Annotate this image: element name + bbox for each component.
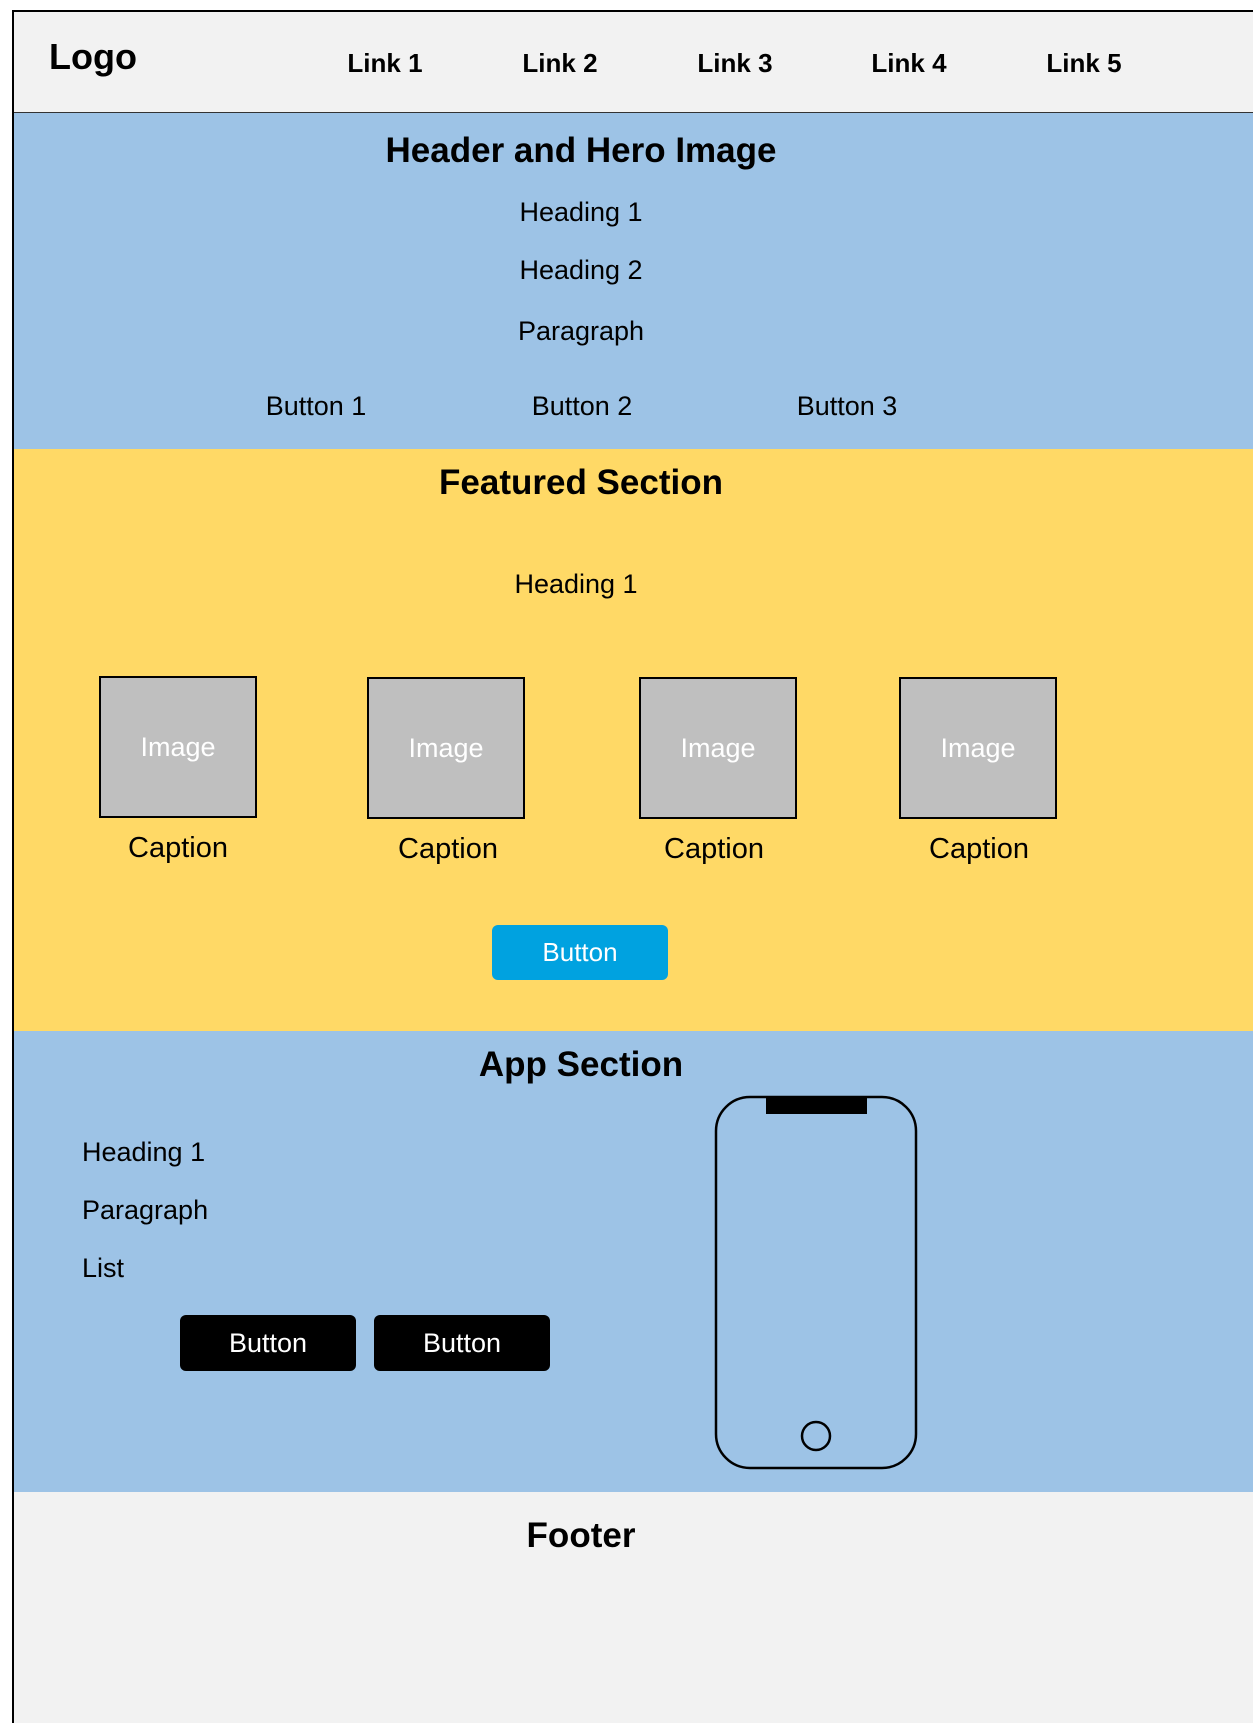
image-label: Image bbox=[940, 732, 1016, 763]
nav-bar: Logo Link 1 Link 2 Link 3 Link 4 Link 5 bbox=[14, 12, 1253, 113]
hero-title: Header and Hero Image bbox=[385, 131, 777, 170]
logo[interactable]: Logo bbox=[49, 36, 137, 78]
caption-4: Caption bbox=[929, 833, 1029, 865]
nav-link-2[interactable]: Link 2 bbox=[522, 48, 597, 79]
caption-3: Caption bbox=[664, 833, 764, 865]
phone-home-button bbox=[800, 1420, 832, 1452]
hero-button-3[interactable]: Button 3 bbox=[797, 391, 898, 422]
image-label: Image bbox=[140, 731, 216, 762]
footer-section: Footer bbox=[14, 1492, 1253, 1723]
hero-heading-1: Heading 1 bbox=[519, 197, 643, 227]
app-paragraph: Paragraph bbox=[82, 1195, 209, 1225]
image-placeholder-4: Image bbox=[899, 677, 1057, 819]
nav-link-3[interactable]: Link 3 bbox=[697, 48, 772, 79]
caption-2: Caption bbox=[398, 833, 498, 865]
wireframe-page: Logo Link 1 Link 2 Link 3 Link 4 Link 5 … bbox=[12, 10, 1253, 1723]
nav-link-4[interactable]: Link 4 bbox=[871, 48, 946, 79]
nav-link-5[interactable]: Link 5 bbox=[1046, 48, 1121, 79]
phone-notch bbox=[766, 1096, 867, 1114]
featured-heading-1: Heading 1 bbox=[514, 569, 638, 599]
app-button-1-label: Button bbox=[228, 1327, 308, 1358]
footer-title: Footer bbox=[526, 1516, 636, 1555]
image-label: Image bbox=[408, 732, 484, 763]
image-label: Image bbox=[680, 732, 756, 763]
app-heading-1: Heading 1 bbox=[82, 1137, 206, 1167]
image-placeholder-2: Image bbox=[367, 677, 525, 819]
app-button-2[interactable]: Button bbox=[374, 1315, 550, 1371]
app-title: App Section bbox=[478, 1045, 684, 1084]
hero-section: Header and Hero Image Heading 1 Heading … bbox=[14, 113, 1253, 449]
hero-heading-2: Heading 2 bbox=[519, 255, 643, 285]
hero-paragraph: Paragraph bbox=[517, 316, 645, 346]
featured-button[interactable]: Button bbox=[492, 925, 668, 980]
hero-button-1[interactable]: Button 1 bbox=[266, 391, 367, 422]
app-button-2-label: Button bbox=[422, 1327, 502, 1358]
image-placeholder-3: Image bbox=[639, 677, 797, 819]
app-list: List bbox=[82, 1253, 125, 1283]
caption-1: Caption bbox=[128, 832, 228, 864]
featured-title: Featured Section bbox=[439, 463, 723, 502]
nav-link-1[interactable]: Link 1 bbox=[347, 48, 422, 79]
app-section: App Section Heading 1 Paragraph List But… bbox=[14, 1031, 1253, 1492]
hero-button-2[interactable]: Button 2 bbox=[532, 391, 633, 422]
featured-section: Featured Section Heading 1 Image Image I… bbox=[14, 449, 1253, 1031]
smartphone-icon bbox=[714, 1095, 918, 1470]
image-placeholder-1: Image bbox=[99, 676, 257, 818]
featured-button-label: Button bbox=[542, 937, 618, 967]
app-button-1[interactable]: Button bbox=[180, 1315, 356, 1371]
